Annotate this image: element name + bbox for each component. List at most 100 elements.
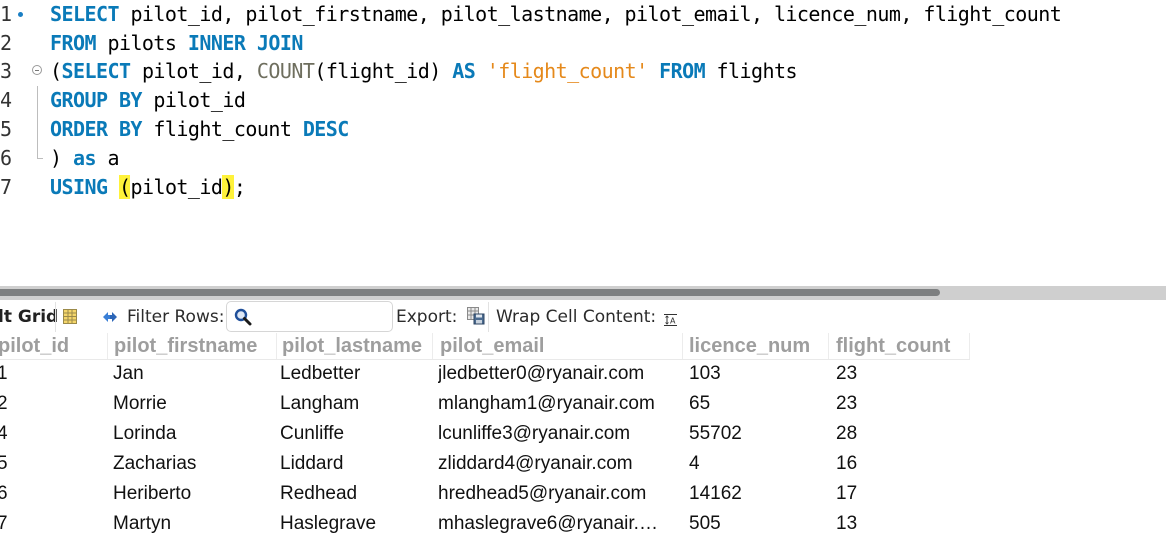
cell-pilot-id[interactable]: 5 [0, 449, 103, 479]
refresh-filter-icon[interactable] [101, 309, 119, 330]
table-row[interactable]: 2 Morrie Langham mlangham1@ryanair.com 65 23 [0, 389, 1166, 419]
result-grid-icon[interactable] [63, 309, 77, 329]
cell-licence-num[interactable]: 103 [689, 359, 829, 389]
column-header-pilot-id[interactable]: pilot_id [0, 333, 104, 359]
line-number: 2 [0, 31, 13, 55]
cell-pilot-id[interactable]: 2 [0, 389, 103, 419]
cell-pilot-lastname[interactable]: Liddard [280, 449, 430, 479]
scrollbar-thumb[interactable] [0, 289, 940, 296]
cell-pilot-lastname[interactable]: Redhead [280, 479, 430, 509]
column-header-pilot-firstname[interactable]: pilot_firstname [114, 333, 274, 359]
column-header-pilot-lastname[interactable]: pilot_lastname [282, 333, 432, 359]
line-number: 6 [0, 146, 13, 170]
code-text: FROM pilots INNER JOIN [50, 29, 303, 58]
cell-pilot-id[interactable]: 1 [0, 359, 103, 389]
sql-keyword: DESC [302, 117, 350, 141]
cell-licence-num[interactable]: 14162 [689, 479, 829, 509]
cell-pilot-id[interactable]: 4 [0, 419, 103, 449]
wrap-cell-content-label: Wrap Cell Content: [496, 307, 657, 327]
column-header-pilot-email[interactable]: pilot_email [440, 333, 680, 359]
sql-keyword: SELECT [50, 2, 120, 26]
cell-licence-num[interactable]: 55702 [689, 419, 829, 449]
column-resize-handle[interactable] [828, 333, 829, 359]
cell-pilot-firstname[interactable]: Heriberto [113, 479, 273, 509]
grid-header: pilot_id pilot_firstname pilot_lastname pil… [0, 333, 970, 360]
column-resize-handle[interactable] [682, 333, 683, 359]
line-number: 7 [0, 175, 13, 199]
cell-pilot-email[interactable]: hredhead5@ryanair.com [438, 479, 680, 509]
wrap-cell-content-icon[interactable]: A [664, 311, 677, 331]
code-text: (SELECT pilot_id, COUNT(flight_id) AS 'f… [50, 57, 798, 86]
export-icon[interactable] [467, 307, 485, 330]
sql-keyword: INNER JOIN [187, 31, 303, 55]
cell-flight-count[interactable]: 23 [836, 389, 966, 419]
cell-pilot-email[interactable]: mlangham1@ryanair.com [438, 389, 680, 419]
code-line[interactable]: 1 SELECT pilot_id, pilot_firstname, pilot… [0, 0, 1166, 29]
code-text: SELECT pilot_id, pilot_firstname, pilot_… [50, 0, 1062, 29]
toolbar-separator [55, 302, 56, 332]
sql-keyword: ORDER BY [50, 117, 142, 141]
result-toolbar: lt Grid Filter Rows: Export: Wrap Cell C… [0, 300, 1166, 333]
column-resize-handle[interactable] [969, 333, 970, 359]
cell-flight-count[interactable]: 16 [836, 449, 966, 479]
cell-pilot-lastname[interactable]: Cunliffe [280, 419, 430, 449]
toolbar-separator [488, 302, 489, 332]
code-line[interactable]: 7 USING (pilot_id); [0, 173, 1166, 202]
editor-horizontal-scrollbar[interactable] [0, 286, 1166, 300]
sql-editor[interactable]: 1 SELECT pilot_id, pilot_firstname, pilot… [0, 0, 1166, 286]
sql-token: a [95, 146, 119, 170]
line-number: 4 [0, 88, 13, 112]
table-row[interactable]: 1 Jan Ledbetter jledbetter0@ryanair.com 103 2… [0, 359, 1166, 389]
line-number: 1 [0, 2, 13, 26]
cell-flight-count[interactable]: 23 [836, 359, 966, 389]
matched-bracket: ) [222, 175, 234, 199]
table-row[interactable]: 6 Heriberto Redhead hredhead5@ryanair.com 14… [0, 479, 1166, 509]
sql-keyword: as [72, 146, 97, 170]
code-line[interactable]: 5 ORDER BY flight_count DESC [0, 115, 1166, 144]
column-resize-handle[interactable] [432, 333, 433, 359]
sql-token: pilots [95, 31, 188, 55]
code-line[interactable]: 3 (SELECT pilot_id, COUNT(flight_id) AS '… [0, 57, 1166, 86]
cell-pilot-lastname[interactable]: Langham [280, 389, 430, 419]
cell-licence-num[interactable]: 65 [689, 389, 829, 419]
table-row[interactable]: 5 Zacharias Liddard zliddard4@ryanair.com 4 1… [0, 449, 1166, 479]
sql-keyword: USING [50, 175, 108, 199]
sql-token: flights [705, 59, 798, 83]
fold-collapse-icon[interactable] [32, 65, 42, 75]
cell-pilot-firstname[interactable]: Morrie [113, 389, 273, 419]
result-grid: pilot_id pilot_firstname pilot_lastname pil… [0, 333, 1166, 535]
cell-flight-count[interactable]: 17 [836, 479, 966, 509]
column-header-flight-count[interactable]: flight_count [836, 333, 966, 359]
column-resize-handle[interactable] [276, 333, 277, 359]
cell-pilot-firstname[interactable]: Lorinda [113, 419, 273, 449]
sql-token: ) [50, 146, 73, 170]
cell-pilot-email[interactable]: zliddard4@ryanair.com [438, 449, 680, 479]
cell-pilot-firstname[interactable]: Zacharias [113, 449, 273, 479]
code-line[interactable]: 4 GROUP BY pilot_id [0, 86, 1166, 115]
sql-token: flight_count [141, 117, 303, 141]
sql-keyword: FROM [50, 31, 97, 55]
cell-pilot-email[interactable]: jledbetter0@ryanair.com [438, 359, 680, 389]
search-icon [234, 308, 252, 331]
code-line[interactable]: 2 FROM pilots INNER JOIN [0, 29, 1166, 58]
column-resize-handle[interactable] [107, 333, 108, 359]
cell-pilot-lastname[interactable]: Ledbetter [280, 359, 430, 389]
code-line[interactable]: 6) as a [0, 144, 1166, 173]
sql-keyword: GROUP BY [50, 88, 142, 112]
current-statement-marker-icon [18, 12, 23, 17]
cell-flight-count[interactable]: 28 [836, 419, 966, 449]
line-number: 5 [0, 117, 13, 141]
cell-pilot-firstname[interactable]: Jan [113, 359, 273, 389]
sql-token: ( [50, 59, 62, 83]
matched-bracket: ( [118, 175, 131, 199]
cell-pilot-id[interactable]: 6 [0, 479, 103, 509]
filter-rows-input[interactable] [226, 301, 393, 332]
cell-pilot-email[interactable]: lcunliffe3@ryanair.com [438, 419, 680, 449]
code-text: USING (pilot_id); [50, 173, 246, 202]
table-row[interactable]: 4 Lorinda Cunliffe lcunliffe3@ryanair.com 55… [0, 419, 1166, 449]
column-header-licence-num[interactable]: licence_num [689, 333, 829, 359]
result-grid-tab-label[interactable]: lt Grid [0, 300, 58, 333]
cell-licence-num[interactable]: 4 [689, 449, 829, 479]
